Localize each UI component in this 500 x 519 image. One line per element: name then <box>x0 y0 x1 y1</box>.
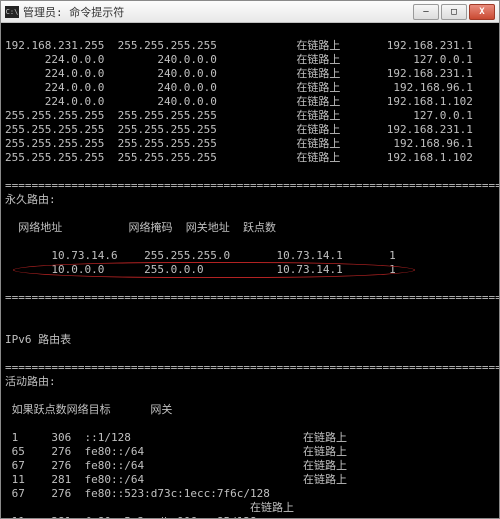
maximize-button[interactable]: □ <box>441 4 467 20</box>
blank-line <box>5 305 495 319</box>
active-routes-header: 活动路由: <box>5 375 495 389</box>
ipv6-route-row: 1 306 ::1/128 在链路上 <box>5 431 495 445</box>
minimize-button[interactable]: — <box>413 4 439 20</box>
ipv6-header: IPv6 路由表 <box>5 333 495 347</box>
persistent-route-row: 10.0.0.0 255.0.0.0 10.73.14.1 1 <box>5 263 495 277</box>
persistent-routes-header: 永久路由: <box>5 193 495 207</box>
ipv6-route-block: 1 306 ::1/128 在链路上 65 276 fe80::/64 在链路上… <box>5 431 495 518</box>
separator: ========================================… <box>5 291 499 304</box>
persistent-routes-block: 10.73.14.6 255.255.255.0 10.73.14.1 1 10… <box>5 249 495 277</box>
maximize-icon: □ <box>451 7 456 17</box>
ipv6-route-row: 65 276 fe80::/64 在链路上 <box>5 445 495 459</box>
window-title: 管理员: 命令提示符 <box>23 4 413 20</box>
close-icon: X <box>479 7 484 17</box>
ipv6-route-row: 在链路上 <box>5 501 495 515</box>
persistent-routes-columns: 网络地址 网络掩码 网关地址 跃点数 <box>5 221 495 235</box>
titlebar[interactable]: C:\ 管理员: 命令提示符 — □ X <box>1 1 499 23</box>
separator: ========================================… <box>5 361 499 374</box>
ipv6-route-row: 67 276 fe80::523:d73c:1ecc:7f6c/128 <box>5 487 495 501</box>
ipv4-route-block: 192.168.231.255 255.255.255.255 在链路上 192… <box>5 39 495 165</box>
close-button[interactable]: X <box>469 4 495 20</box>
ipv6-route-row: 11 281 fe80::5c3:cdb:906:ac85/128 <box>5 515 495 518</box>
ipv6-columns: 如果跃点数网络目标 网关 <box>5 403 495 417</box>
ipv6-route-row: 67 276 fe80::/64 在链路上 <box>5 459 495 473</box>
minimize-icon: — <box>423 7 428 17</box>
app-icon: C:\ <box>5 6 19 18</box>
separator: ========================================… <box>5 179 499 192</box>
persistent-route-row: 10.73.14.6 255.255.255.0 10.73.14.1 1 <box>5 249 495 263</box>
window-controls: — □ X <box>413 4 495 20</box>
console-output[interactable]: 192.168.231.255 255.255.255.255 在链路上 192… <box>1 23 499 518</box>
ipv6-route-row: 11 281 fe80::/64 在链路上 <box>5 473 495 487</box>
command-prompt-window: C:\ 管理员: 命令提示符 — □ X 192.168.231.255 255… <box>0 0 500 519</box>
